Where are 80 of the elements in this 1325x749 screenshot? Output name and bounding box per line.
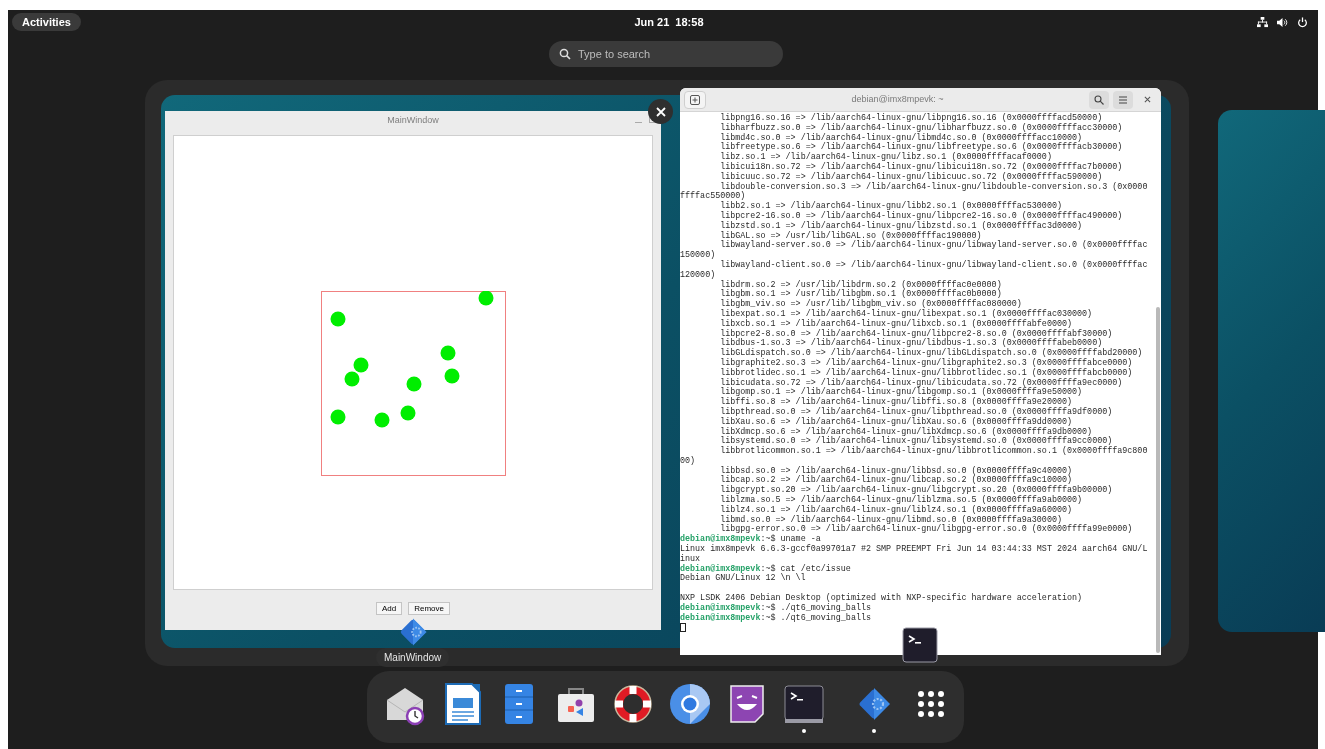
terminal-output-line: libbrotlidec.so.1 => /lib/aarch64-linux-gnu/libbrotlidec.so.1 (0x0000ffffabcb0000) — [719, 367, 1133, 378]
terminal-output-line: libdrm.so.2 => /usr/lib/libdrm.so.2 (0x0000ffffac0e0000) — [719, 279, 1002, 290]
terminal-output-line: libicudata.so.72 => /lib/aarch64-linux-gnu/libicudata.so.72 (0x0000ffffa9ec0000) — [719, 377, 1123, 388]
search-field[interactable]: Type to search — [549, 41, 783, 67]
terminal-output-line: libbsd.so.0 => /lib/aarch64-linux-gnu/libbsd.so.0 (0x0000ffffa9c40000) — [719, 465, 1073, 476]
remove-button[interactable]: Remove — [408, 602, 450, 615]
terminal-output-line: libicuuc.so.72 => /lib/aarch64-linux-gnu/libicuuc.so.72 (0x0000ffffac590000) — [719, 171, 1103, 182]
menu-icon — [1118, 94, 1128, 105]
scrollbar-thumb[interactable] — [1156, 307, 1160, 653]
new-tab-button[interactable] — [684, 90, 706, 109]
search-button[interactable] — [1089, 90, 1109, 109]
terminal-output-line: libbrotlicommon.so.1 => /lib/aarch64-linux-gnu/libbrotlicommon.so.1 (0x0000ffffa9c800 — [719, 446, 1148, 457]
network-icon — [1257, 16, 1268, 28]
shell-command: :~$ ./qt6_moving_balls — [760, 602, 871, 613]
activities-button[interactable]: Activities — [12, 13, 81, 31]
application-window[interactable]: MainWindow Add Remove — [165, 111, 661, 630]
terminal-output-line: libb2.so.1 => /lib/aarch64-linux-gnu/libb2.so.1 (0x0000ffffac530000) — [720, 201, 1062, 212]
close-icon — [655, 106, 666, 117]
terminal-output-line: libwayland-server.so.0 => /lib/aarch64-linux-gnu/libwayland-server.so.0 (0x0000ffffac — [719, 240, 1148, 251]
terminal-output-line: libpthread.so.0 => /lib/aarch64-linux-gnu/libpthread.so.0 (0x0000ffffa9df0000) — [719, 406, 1113, 417]
terminal-output-line: libwayland-client.so.0 => /lib/aarch64-linux-gnu/libwayland-client.so.0 (0x0000ffffac — [719, 259, 1148, 270]
terminal-output-line: libffi.so.8 => /lib/aarch64-linux-gnu/libffi.so.8 (0x0000ffffa9e20000) — [719, 397, 1073, 408]
terminal-output-line: libXdmcp.so.6 => /lib/aarch64-linux-gnu/libXdmcp.so.6 (0x0000ffffa9db0000) — [719, 426, 1093, 437]
terminal-output-line: libgpg-error.so.0 => /lib/aarch64-linux-gnu/libgpg-error.so.0 (0x0000ffffa99e0000) — [720, 524, 1133, 535]
shell-prompt: debian@imx8mpevk — [680, 534, 761, 545]
terminal-output-line: libGLdispatch.so.0 => /lib/aarch64-linux-gnu/libGLdispatch.so.0 (0x0000ffffabd20000) — [719, 348, 1143, 359]
terminal-output-line: libmd4c.so.0 => /lib/aarch64-linux-gnu/libmd4c.so.0 (0x0000ffffacc10000) — [719, 132, 1083, 143]
shell-command: :~$ cat /etc/issue — [760, 563, 851, 574]
terminal-output-line: libgbm_viv.so => /usr/lib/libgbm_viv.so (0x0000ffffac080000) — [719, 299, 1022, 310]
shell-prompt: debian@imx8mpevk — [680, 612, 761, 623]
search-icon — [1094, 94, 1104, 105]
shell-command: :~$ uname -a — [760, 534, 821, 545]
terminal-output-line: libgraphite2.so.3 => /lib/aarch64-linux-gnu/libgraphite2.so.3 (0x0000ffffabce0000) — [719, 357, 1133, 368]
terminal-output-line: 120000) — [680, 269, 716, 280]
terminal-output-line: libXau.so.6 => /lib/aarch64-linux-gnu/libXau.so.6 (0x0000ffffa9dd0000) — [719, 416, 1073, 427]
terminal-output-line: liblz4.so.1 => /lib/aarch64-linux-gnu/liblz4.so.1 (0x0000ffffa9a60000) — [719, 504, 1073, 515]
terminal-output-line: libpcre2-16.so.0 => /lib/aarch64-linux-gnu/libpcre2-16.so.0 (0x0000ffffac490000) — [719, 210, 1123, 221]
close-icon — [1143, 96, 1151, 103]
clock[interactable]: Jun 21 18:58 — [630, 16, 708, 28]
terminal-output-line: libmd.so.0 => /lib/aarch64-linux-gnu/libmd.so.0 (0x0000ffffa9a30000) — [719, 514, 1062, 525]
search-icon — [559, 48, 571, 60]
volume-icon — [1277, 16, 1288, 28]
terminal-output-line: libgomp.so.1 => /lib/aarch64-linux-gnu/libgomp.so.1 (0x0000ffffa9e50000) — [719, 387, 1083, 398]
terminal-output-line: Debian GNU/Linux 12 \n \l — [680, 573, 806, 584]
shell-command: :~$ ./qt6_moving_balls — [760, 612, 871, 623]
terminal-output-line: liblzma.so.5 => /lib/aarch64-linux-gnu/liblzma.so.5 (0x0000ffffa9ab0000) — [719, 495, 1083, 506]
terminal-output-line: libgcrypt.so.20 => /lib/aarch64-linux-gnu/libgcrypt.so.20 (0x0000ffffa9b00000) — [719, 485, 1113, 496]
terminal-output-line: libzstd.so.1 => /lib/aarch64-linux-gnu/libzstd.so.1 (0x0000ffffac3d0000) — [719, 220, 1083, 231]
terminal-output-line: libharfbuzz.so.0 => /lib/aarch64-linux-gnu/libharfbuzz.so.0 (0x0000ffffacc30000) — [719, 122, 1123, 133]
shell-prompt: debian@imx8mpevk — [680, 563, 761, 574]
terminal-output-line: libGAL.so => /usr/lib/libGAL.so (0x0000ffffac190000) — [719, 230, 982, 241]
terminal-output-line: NXP LSDK 2406 Debian Desktop (optimized with NXP-specific hardware acceleration) — [680, 593, 1083, 604]
terminal-output-line: ffffac550000) — [680, 191, 746, 202]
terminal-output-line: libcap.so.2 => /lib/aarch64-linux-gnu/libcap.so.2 (0x0000ffffa9c10000) — [719, 475, 1073, 486]
terminal-icon — [902, 627, 938, 663]
power-icon — [1297, 16, 1308, 28]
terminal-window[interactable] — [680, 88, 1161, 655]
terminal-output-line: libexpat.so.1 => /lib/aarch64-linux-gnu/libexpat.so.1 (0x0000ffffac030000) — [719, 308, 1093, 319]
terminal-output-line: 00) — [680, 455, 696, 466]
terminal-output-line: 150000) — [680, 250, 716, 261]
text-cursor — [680, 623, 686, 633]
window-title: debian@imx8mpevk: ~ — [850, 92, 945, 106]
terminal-output-line: libgbm.so.1 => /usr/lib/libgbm.so.1 (0x0000ffffac0b0000) — [719, 289, 1002, 300]
plus-icon — [690, 94, 700, 105]
terminal-output-line: libdouble-conversion.so.3 => /lib/aarch64-linux-gnu/libdouble-conversion.so.3 (0x0000 — [720, 181, 1148, 192]
shell-prompt: debian@imx8mpevk — [680, 602, 761, 613]
window-title: MainWindow — [387, 114, 439, 128]
add-button[interactable]: Add — [376, 602, 403, 615]
terminal-output-line: libpng16.so.16 => /lib/aarch64-linux-gnu/libpng16.so.16 (0x0000ffffacd50000) — [719, 113, 1103, 123]
terminal-output-line: libicui18n.so.72 => /lib/aarch64-linux-gnu/libicui18n.so.72 (0x0000ffffac7b0000) — [719, 162, 1123, 172]
terminal-output-line: libxcb.so.1 => /lib/aarch64-linux-gnu/libxcb.so.1 (0x0000ffffabfe0000) — [719, 318, 1073, 329]
terminal-output-line: libdbus-1.so.3 => /lib/aarch64-linux-gnu/libdbus-1.so.3 (0x0000ffffabeb0000) — [719, 338, 1103, 349]
browser-icon[interactable] — [668, 681, 712, 726]
terminal-output-line: libz.so.1 => /lib/aarch64-linux-gnu/libz.so.1 (0x0000ffffacaf0000) — [719, 152, 1052, 163]
terminal-output-line: libpcre2-8.so.0 => /lib/aarch64-linux-gnu/libpcre2-8.so.0 (0x0000ffffabf30000) — [719, 328, 1113, 339]
terminal-output-line: libfreetype.so.6 => /lib/aarch64-linux-gnu/libfreetype.so.6 (0x0000ffffacb30000) — [719, 142, 1123, 153]
terminal-output-line: Linux imx8mpevk 6.6.3-gccf0a99701a7 #2 SMP PREEMPT Fri Jun 14 03:44:33 MST 2024 aarch64 GNU/L — [680, 544, 1148, 555]
window-caption: MainWindow — [376, 648, 450, 667]
terminal-output-line: libsystemd.so.0 => /lib/aarch64-linux-gnu/libsystemd.so.0 (0x0000ffffa9cc0000) — [719, 436, 1113, 447]
terminal-output-line: inux — [680, 553, 701, 564]
